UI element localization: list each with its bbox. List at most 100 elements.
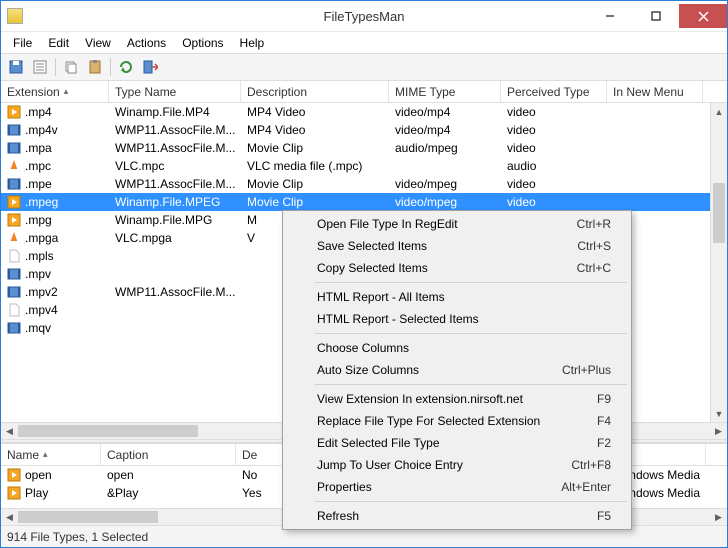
video-icon (7, 285, 21, 299)
menu-item-label: Jump To User Choice Entry (317, 458, 463, 472)
menu-separator (315, 384, 627, 385)
extension-text: .mp4v (25, 123, 58, 137)
blank-icon (7, 303, 21, 317)
maximize-button[interactable] (633, 4, 679, 28)
toolbar-exit-button[interactable] (139, 56, 161, 78)
table-row[interactable]: .mpeWMP11.AssocFile.M...Movie Clipvideo/… (1, 175, 727, 193)
bottom-column-header-caption[interactable]: Caption (101, 444, 236, 465)
cell-description: Movie Clip (241, 140, 389, 156)
cell-type-name: VLC.mpc (109, 158, 241, 174)
menu-shortcut: Ctrl+C (577, 261, 611, 275)
cell-extension: .mpc (1, 158, 109, 174)
menu-shortcut: Alt+Enter (561, 480, 611, 494)
minimize-button[interactable] (587, 4, 633, 28)
menu-file[interactable]: File (5, 33, 40, 53)
menu-edit[interactable]: Edit (40, 33, 77, 53)
scroll-thumb[interactable] (713, 183, 725, 243)
menu-item-label: HTML Report - All Items (317, 290, 445, 304)
cell-perceived-type: video (501, 194, 607, 210)
extension-text: .mpc (25, 159, 51, 173)
menu-item-jump-to-user-choice-entry[interactable]: Jump To User Choice Entry Ctrl+F8 (285, 454, 629, 476)
vertical-scrollbar[interactable]: ▲ ▼ (710, 103, 727, 422)
bottom-column-header-de[interactable]: De (236, 444, 286, 465)
menu-item-copy-selected-items[interactable]: Copy Selected Items Ctrl+C (285, 257, 629, 279)
extension-text: .mp4 (25, 105, 52, 119)
video-icon (7, 321, 21, 335)
cell-extension: .mqv (1, 320, 109, 336)
toolbar-save-button[interactable] (5, 56, 27, 78)
cell-type-name: WMP11.AssocFile.M... (109, 122, 241, 138)
menu-item-html-report-all-items[interactable]: HTML Report - All Items (285, 286, 629, 308)
sort-indicator-icon: ▴ (43, 449, 48, 460)
menu-item-edit-selected-file-type[interactable]: Edit Selected File TypeF2 (285, 432, 629, 454)
context-menu: Open File Type In RegEditCtrl+RSave Sele… (282, 210, 632, 530)
titlebar[interactable]: FileTypesMan (1, 1, 727, 31)
menu-actions[interactable]: Actions (119, 33, 174, 53)
cell-type-name: Winamp.File.MPG (109, 212, 241, 228)
column-header-description[interactable]: Description (241, 81, 389, 102)
cell-description: MP4 Video (241, 122, 389, 138)
menu-shortcut: F9 (597, 392, 611, 406)
bottom-column-header-name[interactable]: Name▴ (1, 444, 101, 465)
cell-perceived-type: video (501, 104, 607, 120)
column-headers: Extension▴Type NameDescriptionMIME TypeP… (1, 81, 727, 103)
scroll-right-arrow[interactable]: ▶ (710, 423, 727, 439)
table-row[interactable]: .mpcVLC.mpcVLC media file (.mpc)audio (1, 157, 727, 175)
cell-extension: .mpls (1, 248, 109, 264)
scroll-down-arrow[interactable]: ▼ (711, 405, 727, 422)
extension-text: .mpe (25, 177, 52, 191)
cell-extension: .mp4v (1, 122, 109, 138)
cell-mime-type: audio/mpeg (389, 140, 501, 156)
cell-mime-type: video/mpeg (389, 176, 501, 192)
cell-extension: .mpa (1, 140, 109, 156)
winamp-icon (7, 105, 21, 119)
column-header-extension[interactable]: Extension▴ (1, 81, 109, 102)
column-header-perceived-type[interactable]: Perceived Type (501, 81, 607, 102)
video-icon (7, 267, 21, 281)
menu-item-label: Properties (317, 480, 372, 494)
table-row[interactable]: .mpegWinamp.File.MPEGMovie Clipvideo/mpe… (1, 193, 727, 211)
cell-extension: .mpv2 (1, 284, 109, 300)
column-header-mime-type[interactable]: MIME Type (389, 81, 501, 102)
extension-text: .mpeg (25, 195, 58, 209)
cell-extension: .mpe (1, 176, 109, 192)
menu-view[interactable]: View (77, 33, 119, 53)
column-header-type-name[interactable]: Type Name (109, 81, 241, 102)
menu-item-replace-file-type-for-selected-extension[interactable]: Replace File Type For Selected Extension… (285, 410, 629, 432)
menu-item-open-file-type-in-regedit[interactable]: Open File Type In RegEditCtrl+R (285, 213, 629, 235)
menu-shortcut: Ctrl+R (577, 217, 611, 231)
menu-item-view-extension-in-extension-nirsoft-net[interactable]: View Extension In extension.nirsoft.netF… (285, 388, 629, 410)
menu-item-properties[interactable]: Properties Alt+Enter (285, 476, 629, 498)
menu-item-choose-columns[interactable]: Choose Columns (285, 337, 629, 359)
scroll-up-arrow[interactable]: ▲ (711, 103, 727, 120)
cell-type-name (109, 309, 241, 311)
toolbar-properties-button[interactable] (29, 56, 51, 78)
toolbar-paste-button[interactable] (84, 56, 106, 78)
menu-item-save-selected-items[interactable]: Save Selected ItemsCtrl+S (285, 235, 629, 257)
menu-item-html-report-selected-items[interactable]: HTML Report - Selected Items (285, 308, 629, 330)
table-row[interactable]: .mpaWMP11.AssocFile.M...Movie Clipaudio/… (1, 139, 727, 157)
toolbar-refresh-button[interactable] (115, 56, 137, 78)
menu-item-label: Choose Columns (317, 341, 409, 355)
column-header-in-new-menu[interactable]: In New Menu (607, 81, 703, 102)
menu-shortcut: Ctrl+F8 (571, 458, 611, 472)
cell-type-name: VLC.mpga (109, 230, 241, 246)
extension-text: .mpa (25, 141, 52, 155)
cell-mime-type: video/mpeg (389, 194, 501, 210)
scroll-right-arrow[interactable]: ▶ (710, 509, 727, 525)
close-button[interactable] (679, 4, 727, 28)
menu-help[interactable]: Help (232, 33, 273, 53)
table-row[interactable]: .mp4Winamp.File.MP4MP4 Videovideo/mp4vid… (1, 103, 727, 121)
scroll-thumb[interactable] (18, 511, 158, 523)
table-row[interactable]: .mp4vWMP11.AssocFile.M...MP4 Videovideo/… (1, 121, 727, 139)
scroll-left-arrow[interactable]: ◀ (1, 423, 18, 439)
cell-description: Movie Clip (241, 194, 389, 210)
scroll-thumb[interactable] (18, 425, 198, 437)
menu-item-label: Copy Selected Items (317, 261, 428, 275)
menu-item-refresh[interactable]: RefreshF5 (285, 505, 629, 527)
toolbar-copy-button[interactable] (60, 56, 82, 78)
scroll-left-arrow[interactable]: ◀ (1, 509, 18, 525)
menu-item-auto-size-columns[interactable]: Auto Size ColumnsCtrl+Plus (285, 359, 629, 381)
menu-options[interactable]: Options (174, 33, 231, 53)
menu-item-label: Replace File Type For Selected Extension (317, 414, 540, 428)
